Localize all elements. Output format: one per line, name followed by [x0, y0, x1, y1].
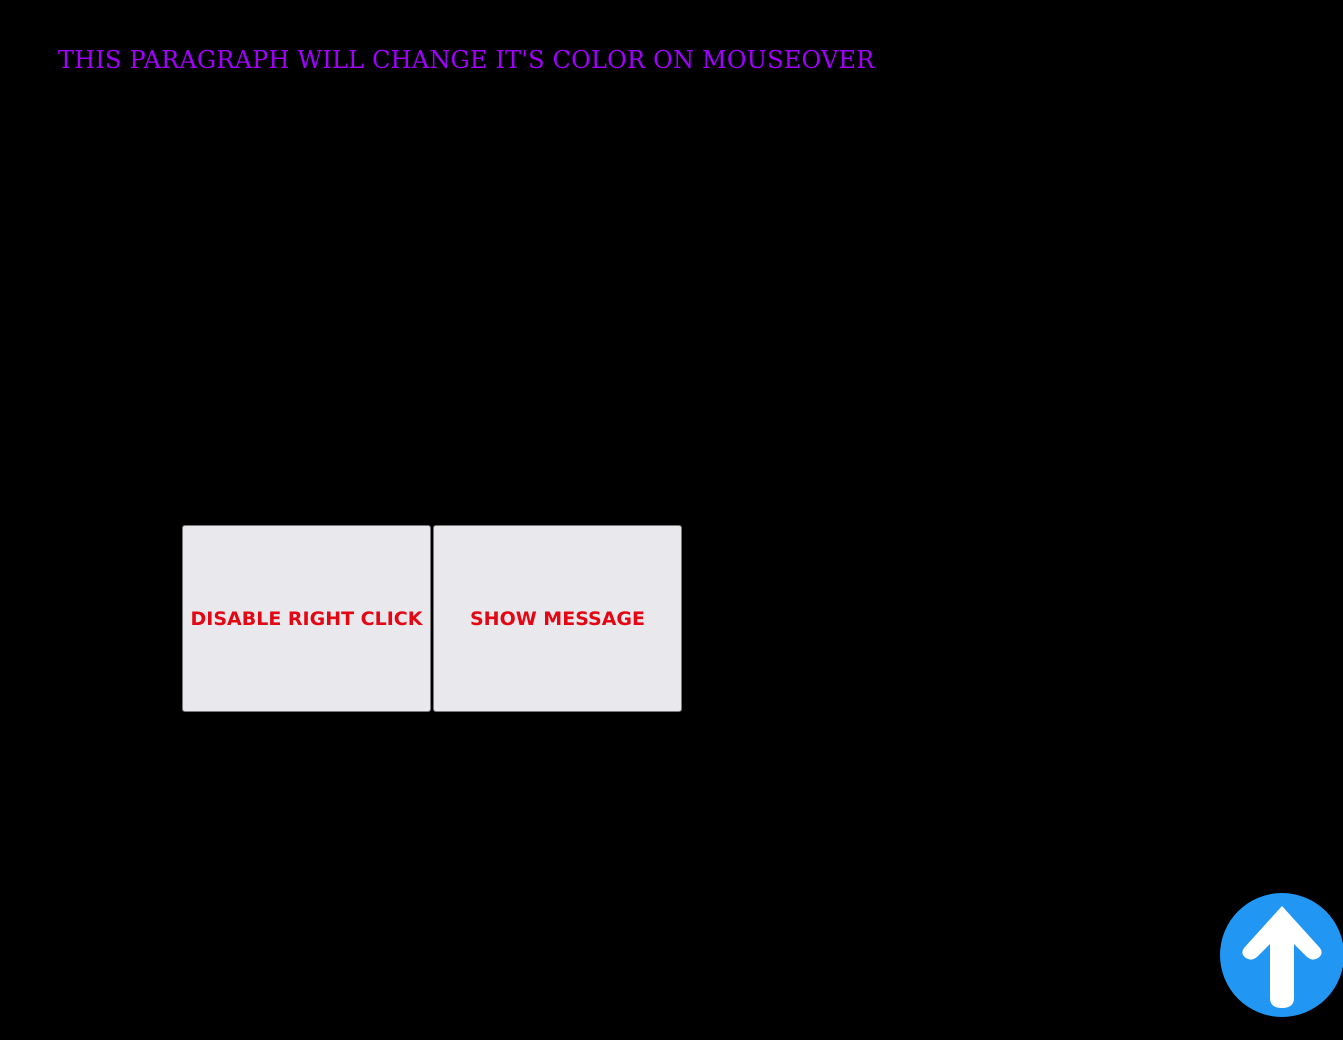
disable-right-click-button[interactable]: DISABLE RIGHT CLICK — [182, 525, 431, 712]
show-message-button[interactable]: SHOW MESSAGE — [433, 525, 682, 712]
button-row: DISABLE RIGHT CLICK SHOW MESSAGE — [182, 525, 682, 712]
arrow-up-icon — [1242, 906, 1322, 1008]
hover-color-paragraph: THIS PARAGRAPH WILL CHANGE IT'S COLOR ON… — [58, 46, 875, 74]
page: THIS PARAGRAPH WILL CHANGE IT'S COLOR ON… — [0, 0, 1343, 1040]
scroll-to-top-button[interactable] — [1220, 893, 1343, 1017]
